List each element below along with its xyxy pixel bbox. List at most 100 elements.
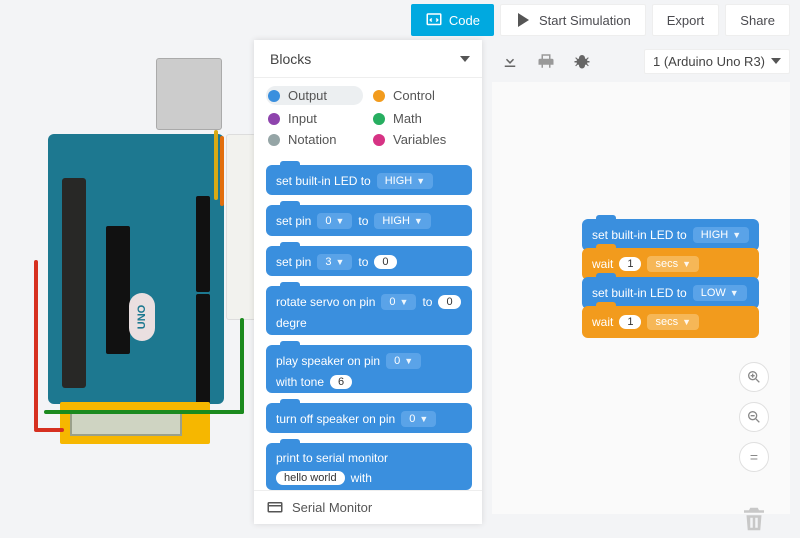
block-param-dropdown[interactable]: 0▼ [381,294,416,310]
block-text: print to serial monitor [276,451,388,465]
block-text: wait [592,315,613,329]
trash-button[interactable] [738,500,770,538]
component-arduino-uno[interactable]: UNO [48,134,224,404]
serial-monitor-label: Serial Monitor [292,500,372,515]
block-param-dropdown[interactable]: LOW▼ [693,285,747,301]
editor-mode-label: Blocks [270,51,311,67]
zoom-in-button[interactable] [739,362,769,392]
arduino-chip [106,226,130,354]
zoom-in-icon [746,369,762,385]
block-text: rotate servo on pin [276,295,375,309]
share-button[interactable]: Share [725,4,790,36]
category-label: Notation [288,132,336,147]
category-input[interactable]: Input [268,111,363,126]
category-notation[interactable]: Notation [268,132,363,147]
bug-icon[interactable] [572,51,592,71]
arduino-uno-label: UNO [129,293,155,341]
block-play-speaker[interactable]: play speaker on pin 0▼ with tone 6 [266,345,472,393]
blocks-palette-panel: Blocks Output Control Input Math Notatio… [254,40,482,524]
program-stack[interactable]: set built-in LED to HIGH▼ wait 1 secs▼ s… [582,222,759,338]
block-print-serial[interactable]: print to serial monitor hello world with [266,443,472,490]
component-usb[interactable] [156,58,222,130]
block-param-number[interactable]: 1 [619,257,641,271]
block-text: with tone [276,375,324,389]
block-param-text[interactable]: hello world [276,471,345,485]
block-set-pin-high[interactable]: set pin 0▼ to HIGH▼ [266,205,472,235]
block-text: set pin [276,214,311,228]
block-text: to [358,214,368,228]
wire[interactable] [214,130,218,200]
arduino-header-power [196,294,210,404]
wire[interactable] [34,428,64,432]
block-set-pin-value[interactable]: set pin 3▼ to 0 [266,246,472,276]
category-label: Math [393,111,422,126]
category-variables[interactable]: Variables [373,132,468,147]
program-block-wait-2[interactable]: wait 1 secs▼ [582,306,759,338]
component-lcd[interactable] [60,402,210,444]
block-param-dropdown[interactable]: HIGH▼ [693,227,749,243]
block-text: with [351,471,372,485]
block-text: play speaker on pin [276,354,380,368]
device-select-dropdown[interactable]: 1 (Arduino Uno R3) [644,49,790,74]
block-param-number[interactable]: 0 [374,255,396,269]
zoom-out-button[interactable] [739,402,769,432]
block-turn-off-speaker[interactable]: turn off speaker on pin 0▼ [266,403,472,433]
share-label: Share [740,13,775,28]
category-math[interactable]: Math [373,111,468,126]
block-categories: Output Control Input Math Notation Varia… [254,78,482,157]
block-rotate-servo[interactable]: rotate servo on pin 0▼ to 0 degre [266,286,472,334]
block-param-number[interactable]: 6 [330,375,352,389]
category-dot [268,90,280,102]
category-dot [373,113,385,125]
printer-icon[interactable] [536,51,556,71]
category-label: Control [393,88,435,103]
top-toolbar: Code Start Simulation Export Share [407,0,800,40]
zoom-fit-icon: = [750,449,758,465]
canvas-zoom-controls: = [738,362,770,538]
chevron-down-icon [771,58,781,64]
block-text: set built-in LED to [276,174,371,188]
block-param-number[interactable]: 1 [619,315,641,329]
block-param-dropdown[interactable]: 0▼ [401,411,436,427]
category-label: Variables [393,132,446,147]
block-param-dropdown[interactable]: HIGH▼ [377,173,433,189]
palette-block-list[interactable]: set built-in LED to HIGH▼ set pin 0▼ to … [254,157,482,490]
category-dot [373,134,385,146]
block-text: set pin [276,255,311,269]
block-param-dropdown[interactable]: 0▼ [317,213,352,229]
block-param-number[interactable]: 0 [438,295,460,309]
block-text: wait [592,257,613,271]
wire[interactable] [44,410,244,414]
block-text: to [422,295,432,309]
block-param-dropdown[interactable]: 3▼ [317,254,352,270]
code-toggle-button[interactable]: Code [411,4,494,36]
block-param-dropdown[interactable]: secs▼ [647,314,699,330]
block-set-builtin-led[interactable]: set built-in LED to HIGH▼ [266,165,472,195]
block-text: to [358,255,368,269]
code-toggle-label: Code [449,13,480,28]
wire[interactable] [240,318,244,414]
trash-icon [739,502,769,536]
category-control[interactable]: Control [373,86,468,105]
serial-monitor-toggle[interactable]: Serial Monitor [254,490,482,524]
export-button[interactable]: Export [652,4,720,36]
start-simulation-label: Start Simulation [539,13,631,28]
block-param-dropdown[interactable]: secs▼ [647,256,699,272]
start-simulation-button[interactable]: Start Simulation [500,4,646,36]
component-breadboard[interactable] [226,134,256,320]
block-param-dropdown[interactable]: HIGH▼ [374,213,430,229]
wire[interactable] [34,260,38,430]
block-param-dropdown[interactable]: 0▼ [386,353,421,369]
wire[interactable] [220,136,224,206]
category-output[interactable]: Output [266,86,363,105]
category-label: Output [288,88,327,103]
export-label: Export [667,13,705,28]
circuit-canvas[interactable]: UNO [14,50,250,460]
block-text: set built-in LED to [592,286,687,300]
editor-mode-dropdown[interactable]: Blocks [254,40,482,78]
download-icon[interactable] [500,51,520,71]
category-label: Input [288,111,317,126]
zoom-fit-button[interactable]: = [739,442,769,472]
code-canvas-toolbar: 1 (Arduino Uno R3) [492,44,790,78]
code-canvas[interactable]: set built-in LED to HIGH▼ wait 1 secs▼ s… [492,82,790,514]
